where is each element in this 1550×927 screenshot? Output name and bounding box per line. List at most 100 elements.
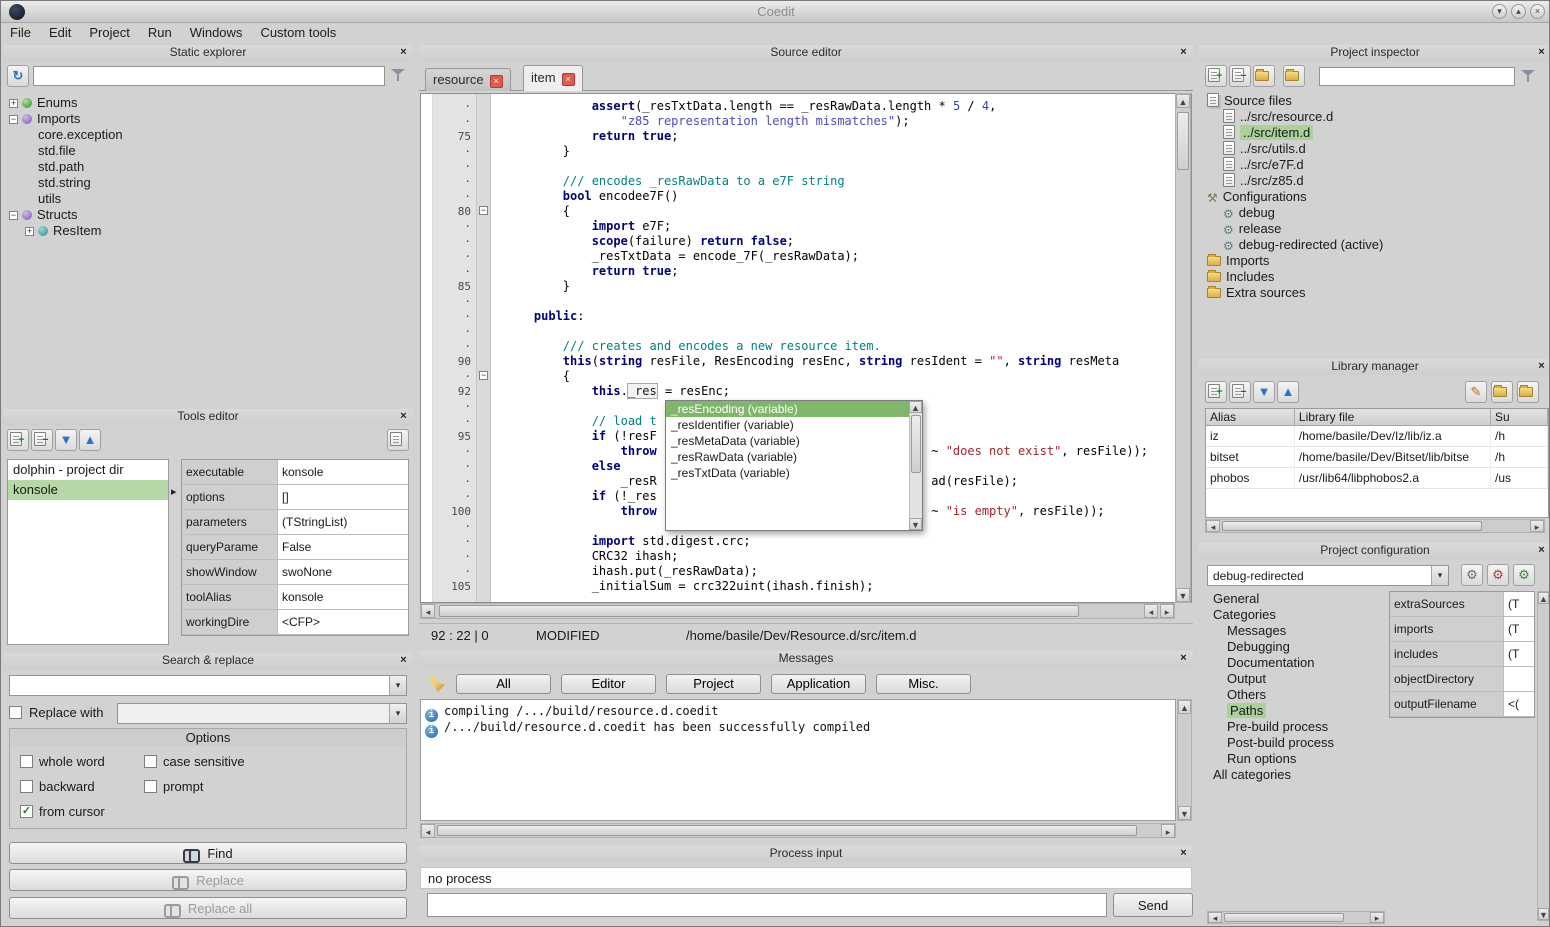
tree-item[interactable]: utils (5, 191, 411, 207)
property-value[interactable]: swoNone (278, 560, 408, 584)
inspector-filter-input[interactable] (1319, 67, 1515, 86)
scroll-thumb[interactable] (437, 825, 1137, 836)
filter-button-application[interactable]: Application (771, 674, 866, 694)
property-value[interactable]: False (278, 535, 408, 559)
menu-item-file[interactable]: File (1, 23, 40, 42)
remove-tool-button[interactable] (31, 429, 53, 451)
library-folder-add-button[interactable] (1517, 381, 1539, 403)
column-header[interactable]: Su (1491, 409, 1548, 425)
code-line[interactable]: scope(failure) return false; (505, 234, 1177, 249)
tree-item[interactable]: Includes (1203, 269, 1547, 285)
column-header[interactable]: Library file (1295, 409, 1491, 425)
completion-item[interactable]: _resIdentifier (variable) (666, 417, 909, 433)
tab-close-icon[interactable]: × (490, 75, 503, 88)
code-line[interactable]: import e7F; (505, 219, 1177, 234)
property-value[interactable]: (TStringList) (278, 510, 408, 534)
close-icon[interactable]: × (1535, 46, 1548, 59)
scroll-right-icon[interactable]: ▸ (1530, 520, 1544, 532)
tree-item[interactable]: General (1207, 591, 1373, 607)
editor-tab-resource[interactable]: resource× (425, 68, 511, 91)
close-icon[interactable]: × (397, 410, 410, 423)
code-line[interactable]: assert(_resTxtData.length == _resRawData… (505, 99, 1177, 114)
send-button[interactable]: Send (1113, 893, 1193, 917)
property-value[interactable]: (T (1504, 642, 1534, 666)
configuration-vscrollbar[interactable]: ▲ ▼ (1537, 591, 1550, 921)
scroll-right-icon[interactable]: ▸ (1161, 824, 1175, 838)
tree-item[interactable]: Run options (1207, 751, 1373, 767)
tree-item[interactable]: std.file (5, 143, 411, 159)
messages-hscrollbar[interactable]: ◂ ▸ (420, 823, 1176, 838)
scroll-thumb[interactable] (1222, 521, 1482, 531)
tree-item[interactable]: core.exception (5, 127, 411, 143)
window-shade-button[interactable]: ▾ (1492, 4, 1507, 19)
table-row[interactable]: phobos/usr/lib64/libphobos2.a/us (1206, 468, 1548, 489)
property-row[interactable]: imports(T (1390, 617, 1534, 642)
checkbox-prompt[interactable] (144, 780, 157, 793)
tree-item[interactable]: +Enums (5, 95, 411, 111)
editor-vscrollbar[interactable]: ▲ ▼ (1175, 93, 1191, 603)
add-library-button[interactable] (1205, 381, 1227, 403)
property-row[interactable]: objectDirectory (1390, 667, 1534, 692)
filter-icon[interactable] (391, 68, 405, 82)
symbol-filter-input[interactable] (33, 66, 385, 86)
close-icon[interactable]: × (1177, 847, 1190, 860)
tree-item[interactable]: Post-build process (1207, 735, 1373, 751)
scroll-thumb[interactable] (439, 605, 1079, 617)
remove-source-button[interactable] (1229, 65, 1251, 87)
tree-item[interactable]: ⚒Configurations (1203, 189, 1547, 205)
find-button[interactable]: Find (9, 842, 407, 864)
tree-item[interactable]: ../src/resource.d (1203, 109, 1547, 125)
scroll-down-icon[interactable]: ▼ (1538, 908, 1549, 920)
tab-close-icon[interactable]: × (562, 73, 575, 86)
close-icon[interactable]: × (397, 46, 410, 59)
configuration-select[interactable]: debug-redirected▾ (1207, 565, 1449, 586)
menu-item-run[interactable]: Run (139, 23, 181, 42)
code-line[interactable]: /// creates and encodes a new resource i… (505, 339, 1177, 354)
filter-button-project[interactable]: Project (666, 674, 761, 694)
tree-item[interactable]: ../src/e7F.d (1203, 157, 1547, 173)
tree-item[interactable]: Documentation (1207, 655, 1373, 671)
property-value[interactable]: [] (278, 485, 408, 509)
tree-item[interactable]: ⚙debug-redirected (active) (1203, 237, 1547, 253)
replace-all-button[interactable]: Replace all (9, 897, 407, 919)
scroll-thumb[interactable] (1224, 913, 1344, 922)
scroll-down-icon[interactable]: ▼ (1178, 806, 1191, 820)
tree-item[interactable]: Paths (1207, 703, 1373, 719)
scroll-up-icon[interactable]: ▲ (1176, 94, 1190, 108)
property-value[interactable]: <( (1504, 692, 1534, 716)
scroll-left-icon[interactable]: ◂ (421, 824, 435, 838)
code-line[interactable]: bool encodee7F() (505, 189, 1177, 204)
code-line[interactable]: _resTxtData = encode_7F(_resRawData); (505, 249, 1177, 264)
tool-list-item[interactable]: dolphin - project dir (8, 460, 168, 480)
scroll-thumb[interactable] (911, 415, 921, 473)
clone-tool-button[interactable] (387, 429, 409, 451)
menu-item-windows[interactable]: Windows (181, 23, 252, 42)
checkbox-case-sensitive[interactable] (144, 755, 157, 768)
messages-vscrollbar[interactable]: ▲ ▼ (1177, 699, 1192, 821)
expander-icon[interactable]: + (9, 99, 18, 108)
code-line[interactable]: /// encodes _resRawData to a e7F string (505, 174, 1177, 189)
filter-icon[interactable] (1521, 69, 1535, 83)
expander-icon[interactable]: − (9, 115, 18, 124)
scroll-down-icon[interactable]: ▼ (909, 518, 922, 530)
remove-library-button[interactable] (1229, 381, 1251, 403)
property-row[interactable]: queryParameFalse (182, 535, 408, 560)
replace-term-combo[interactable]: ▾ (117, 703, 407, 724)
close-icon[interactable]: × (1177, 652, 1190, 665)
table-row[interactable]: iz/home/basile/Dev/Iz/lib/iz.a/h (1206, 426, 1548, 447)
scroll-left-icon[interactable]: ◂ (1206, 520, 1220, 532)
tree-item[interactable]: Categories (1207, 607, 1373, 623)
window-maximize-button[interactable]: ▴ (1511, 4, 1526, 19)
message-row[interactable]: i/.../build/resource.d.coedit has been s… (421, 720, 1175, 736)
window-close-button[interactable]: × (1530, 4, 1545, 19)
property-value[interactable]: (T (1504, 592, 1534, 616)
library-folder-button[interactable] (1491, 381, 1513, 403)
code-line[interactable]: } (505, 144, 1177, 159)
property-row[interactable]: options[] (182, 485, 408, 510)
fold-collapse-icon[interactable]: − (479, 371, 488, 380)
chevron-down-icon[interactable]: ▾ (1431, 566, 1448, 585)
code-line[interactable]: ihash.put(_resRawData); (505, 564, 1177, 579)
tree-item[interactable]: −Structs (5, 207, 411, 223)
property-row[interactable]: workingDire<CFP> (182, 610, 408, 635)
menu-item-edit[interactable]: Edit (40, 23, 80, 42)
